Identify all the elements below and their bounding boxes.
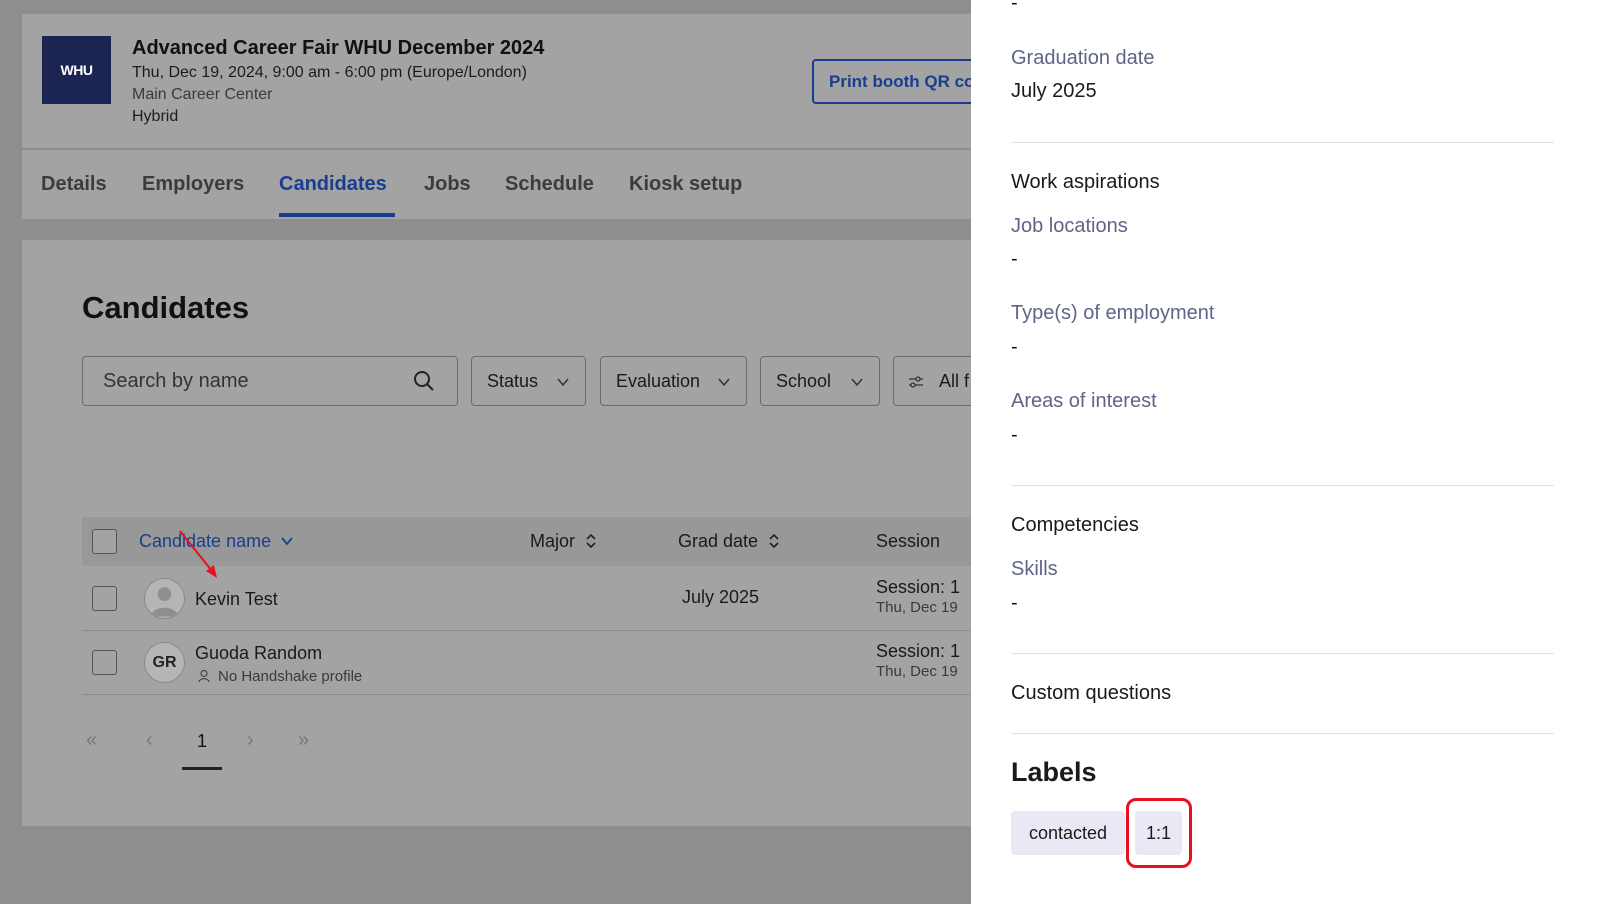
graduation-date-label: Graduation date — [1011, 47, 1155, 69]
sort-icon — [769, 533, 779, 549]
avatar — [144, 578, 185, 619]
status-filter[interactable]: Status — [471, 356, 586, 406]
employment-type-label: Type(s) of employment — [1011, 302, 1215, 324]
session-cell: Session: 1 — [876, 577, 961, 597]
tab-jobs[interactable]: Jobs — [424, 173, 471, 196]
search-input[interactable]: Search by name — [82, 356, 458, 406]
employment-type-value: - — [1011, 336, 1018, 358]
grad-date-cell: July 2025 — [682, 587, 760, 607]
sliders-icon — [909, 376, 923, 388]
graduation-date-value: July 2025 — [1011, 80, 1097, 102]
prev-page-button[interactable]: ‹ — [146, 729, 153, 752]
tab-employers[interactable]: Employers — [142, 173, 244, 196]
areas-of-interest-value: - — [1011, 424, 1018, 446]
skills-label: Skills — [1011, 558, 1058, 580]
evaluation-filter[interactable]: Evaluation — [600, 356, 747, 406]
section-divider — [1011, 733, 1554, 734]
select-all-checkbox[interactable] — [92, 529, 117, 554]
job-locations-value: - — [1011, 248, 1018, 270]
person-icon — [198, 669, 210, 683]
chevron-down-icon — [557, 378, 569, 387]
candidate-name-link[interactable]: Guoda Random — [195, 643, 322, 664]
tab-schedule[interactable]: Schedule — [505, 173, 594, 196]
row-checkbox[interactable] — [92, 586, 117, 611]
section-divider — [1011, 485, 1554, 486]
section-divider — [1011, 142, 1554, 143]
label-chip-contacted[interactable]: contacted — [1011, 811, 1125, 855]
tab-kiosk-setup[interactable]: Kiosk setup — [629, 173, 742, 196]
sort-icon — [586, 533, 596, 549]
session-date-cell: Thu, Dec 19 — [876, 663, 958, 680]
event-title: Advanced Career Fair WHU December 2024 — [132, 37, 545, 59]
labels-heading: Labels — [1011, 757, 1097, 787]
event-format: Hybrid — [132, 108, 179, 125]
last-page-button[interactable]: » — [298, 729, 309, 752]
grad-date-sort[interactable]: Grad date — [678, 531, 781, 552]
chevron-down-icon — [281, 537, 293, 546]
tab-details[interactable]: Details — [41, 173, 107, 196]
first-page-button[interactable]: « — [86, 729, 97, 752]
section-divider — [1011, 653, 1554, 654]
session-column-header: Session — [876, 531, 941, 551]
school-filter[interactable]: School — [760, 356, 880, 406]
skills-value: - — [1011, 592, 1018, 614]
work-aspirations-heading: Work aspirations — [1011, 171, 1160, 193]
tab-candidates[interactable]: Candidates — [279, 173, 387, 196]
row-divider — [82, 630, 1022, 631]
next-page-button[interactable]: › — [247, 729, 254, 752]
major-sort[interactable]: Major — [530, 531, 598, 552]
page-title: Candidates — [82, 290, 250, 325]
event-logo: WHU — [42, 36, 111, 104]
event-location: Main Career Center — [132, 86, 273, 103]
annotation-arrow-icon — [179, 530, 217, 578]
no-profile-note: No Handshake profile — [198, 668, 362, 685]
avatar: GR — [144, 642, 185, 683]
active-tab-indicator — [279, 213, 395, 217]
annotation-highlight-box — [1126, 798, 1192, 868]
areas-of-interest-label: Areas of interest — [1011, 390, 1157, 412]
current-page-indicator — [182, 767, 222, 770]
candidate-name-link[interactable]: Kevin Test — [195, 589, 278, 610]
event-datetime: Thu, Dec 19, 2024, 9:00 am - 6:00 pm (Eu… — [132, 64, 527, 81]
previous-field-value: - — [1011, 0, 1018, 14]
search-icon[interactable] — [412, 369, 436, 393]
row-divider — [82, 694, 1022, 695]
default-avatar-icon — [150, 586, 179, 617]
current-page-button[interactable]: 1 — [197, 731, 207, 752]
custom-questions-heading[interactable]: Custom questions — [1011, 682, 1171, 705]
chevron-down-icon — [851, 378, 863, 387]
row-checkbox[interactable] — [92, 650, 117, 675]
session-date-cell: Thu, Dec 19 — [876, 599, 958, 616]
competencies-heading: Competencies — [1011, 514, 1139, 536]
chevron-down-icon — [718, 378, 730, 387]
job-locations-label: Job locations — [1011, 215, 1128, 237]
session-cell: Session: 1 — [876, 641, 961, 661]
